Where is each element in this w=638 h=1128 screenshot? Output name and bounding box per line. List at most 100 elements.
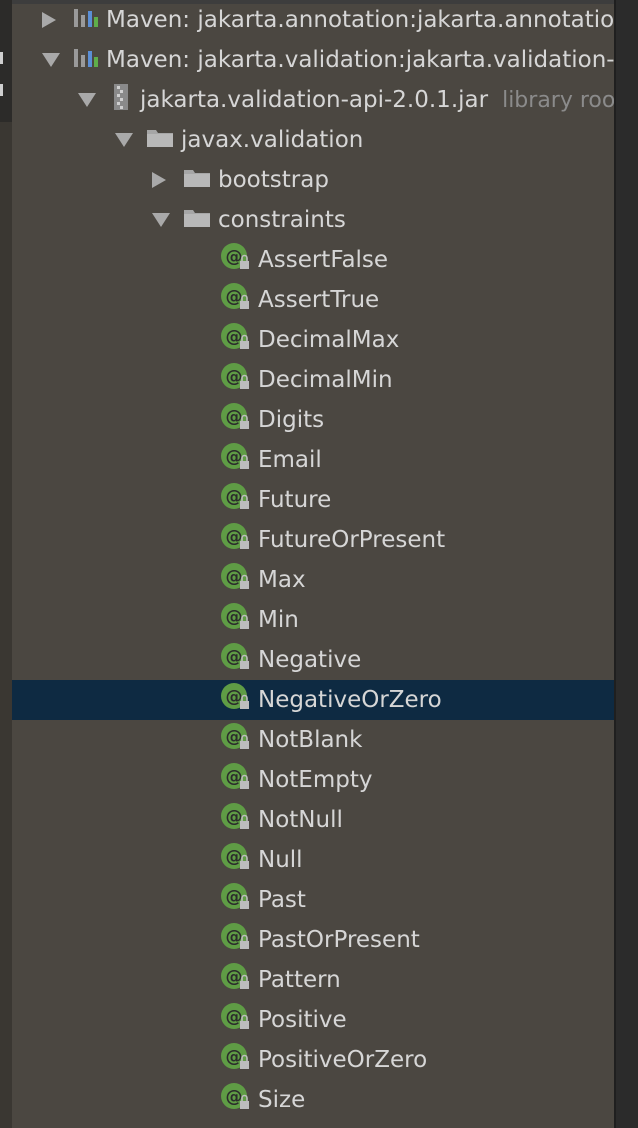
tree-row-annotation-pastorpresent[interactable]: @ PastOrPresent xyxy=(12,920,614,960)
svg-text:@: @ xyxy=(226,687,243,707)
tree-row-jar[interactable]: jakarta.validation-api-2.0.1.jar library… xyxy=(12,80,614,120)
svg-text:@: @ xyxy=(226,727,243,747)
tree-row-label: Size xyxy=(258,1087,306,1113)
library-root-hint: library root xyxy=(502,87,614,113)
annotation-class-icon: @ xyxy=(220,282,252,318)
tree-row-label: Positive xyxy=(258,1007,347,1033)
tree-row-annotation-pattern[interactable]: @ Pattern xyxy=(12,960,614,1000)
tree-row-package-constraints[interactable]: constraints xyxy=(12,200,614,240)
svg-text:@: @ xyxy=(226,607,243,627)
annotation-class-icon: @ xyxy=(220,962,252,998)
tree-row-annotation-notempty[interactable]: @ NotEmpty xyxy=(12,760,614,800)
annotation-class-icon: @ xyxy=(220,482,252,518)
tree-row-label: Maven: jakarta.validation:jakarta.valida… xyxy=(106,47,614,73)
svg-text:@: @ xyxy=(226,967,243,987)
annotation-class-icon: @ xyxy=(220,722,252,758)
svg-text:@: @ xyxy=(226,527,243,547)
tree-row-annotation-futureorpresent[interactable]: @ FutureOrPresent xyxy=(12,520,614,560)
annotation-class-icon: @ xyxy=(220,802,252,838)
svg-text:@: @ xyxy=(226,1087,243,1107)
tree-row-label: Negative xyxy=(258,647,362,673)
tree-row-annotation-notnull[interactable]: @ NotNull xyxy=(12,800,614,840)
tree-row-annotation-decimalmax[interactable]: @ DecimalMax xyxy=(12,320,614,360)
tree-row-label: Past xyxy=(258,887,306,913)
annotation-class-icon: @ xyxy=(220,762,252,798)
annotation-class-icon: @ xyxy=(220,882,252,918)
tree-row-label: Future xyxy=(258,487,332,513)
svg-text:@: @ xyxy=(226,407,243,427)
tree-row-annotation-size[interactable]: @ Size xyxy=(12,1080,614,1120)
tree-row-annotation-decimalmin[interactable]: @ DecimalMin xyxy=(12,360,614,400)
annotation-class-icon: @ xyxy=(220,842,252,878)
svg-text:@: @ xyxy=(226,847,243,867)
collapse-arrow-icon[interactable] xyxy=(78,93,96,107)
tree-row-label: Null xyxy=(258,847,303,873)
tree-row-annotation-negativeorzero[interactable]: @ NegativeOrZero xyxy=(12,680,614,720)
annotation-class-icon: @ xyxy=(220,1042,252,1078)
svg-text:@: @ xyxy=(226,447,243,467)
annotation-class-icon: @ xyxy=(220,682,252,718)
right-scroll-gutter xyxy=(614,0,638,1128)
tree-row-label: FutureOrPresent xyxy=(258,527,446,553)
tree-row-label: NotNull xyxy=(258,807,343,833)
tree-row-label: Maven: jakarta.annotation:jakarta.annota… xyxy=(106,7,614,33)
svg-text:@: @ xyxy=(226,287,243,307)
tree-row-annotation-positive[interactable]: @ Positive xyxy=(12,1000,614,1040)
annotation-class-icon: @ xyxy=(220,562,252,598)
tree-row-label: AssertTrue xyxy=(258,287,380,313)
svg-text:@: @ xyxy=(226,807,243,827)
tree-row-annotation-max[interactable]: @ Max xyxy=(12,560,614,600)
annotation-class-icon: @ xyxy=(220,322,252,358)
annotation-class-icon: @ xyxy=(220,522,252,558)
annotation-class-icon: @ xyxy=(220,442,252,478)
tree-row-annotation-min[interactable]: @ Min xyxy=(12,600,614,640)
tree-row-label: PastOrPresent xyxy=(258,927,420,953)
expand-arrow-icon[interactable] xyxy=(42,12,56,28)
expand-arrow-icon[interactable] xyxy=(152,172,166,188)
annotation-class-icon: @ xyxy=(220,242,252,278)
svg-text:@: @ xyxy=(226,487,243,507)
collapse-arrow-icon[interactable] xyxy=(152,213,170,227)
svg-text:@: @ xyxy=(226,247,243,267)
tree-row-annotation-past[interactable]: @ Past xyxy=(12,880,614,920)
tree-row-maven-validation[interactable]: Maven: jakarta.validation:jakarta.valida… xyxy=(12,40,614,80)
collapse-arrow-icon[interactable] xyxy=(42,53,60,67)
tree-row-maven-annotation[interactable]: Maven: jakarta.annotation:jakarta.annota… xyxy=(12,0,614,40)
tree-row-label: DecimalMin xyxy=(258,367,393,393)
maven-library-icon xyxy=(72,5,100,35)
tree-row-label: Max xyxy=(258,567,306,593)
collapse-arrow-icon[interactable] xyxy=(115,133,133,147)
tree-row-annotation-negative[interactable]: @ Negative xyxy=(12,640,614,680)
tree-row-label: javax.validation xyxy=(181,127,364,153)
tree-row-package-bootstrap[interactable]: bootstrap xyxy=(12,160,614,200)
tree-row-annotation-null[interactable]: @ Null xyxy=(12,840,614,880)
tree-row-label: NotEmpty xyxy=(258,767,373,793)
package-icon xyxy=(182,205,212,235)
svg-text:@: @ xyxy=(226,927,243,947)
annotation-class-icon: @ xyxy=(220,642,252,678)
tree-row-annotation-assertfalse[interactable]: @ AssertFalse xyxy=(12,240,614,280)
svg-text:@: @ xyxy=(226,327,243,347)
tree-row-label: bootstrap xyxy=(218,167,329,193)
svg-text:@: @ xyxy=(226,367,243,387)
tree-row-label: Min xyxy=(258,607,299,633)
jar-icon xyxy=(108,83,134,117)
tree-row-annotation-future[interactable]: @ Future xyxy=(12,480,614,520)
project-tree[interactable]: Maven: jakarta.annotation:jakarta.annota… xyxy=(12,0,614,1128)
tree-row-annotation-notblank[interactable]: @ NotBlank xyxy=(12,720,614,760)
tree-row-annotation-positiveorzero[interactable]: @ PositiveOrZero xyxy=(12,1040,614,1080)
svg-text:@: @ xyxy=(226,1007,243,1027)
svg-text:@: @ xyxy=(226,887,243,907)
tree-row-annotation-digits[interactable]: @ Digits xyxy=(12,400,614,440)
svg-text:@: @ xyxy=(226,567,243,587)
annotation-class-icon: @ xyxy=(220,362,252,398)
tree-row-annotation-email[interactable]: @ Email xyxy=(12,440,614,480)
tree-row-package-javax-validation[interactable]: javax.validation xyxy=(12,120,614,160)
tree-row-annotation-asserttrue[interactable]: @ AssertTrue xyxy=(12,280,614,320)
package-icon xyxy=(145,125,175,155)
tree-row-label: AssertFalse xyxy=(258,247,389,273)
svg-text:@: @ xyxy=(226,767,243,787)
package-icon xyxy=(182,165,212,195)
svg-text:@: @ xyxy=(226,647,243,667)
tree-row-label: jakarta.validation-api-2.0.1.jar xyxy=(140,87,489,113)
